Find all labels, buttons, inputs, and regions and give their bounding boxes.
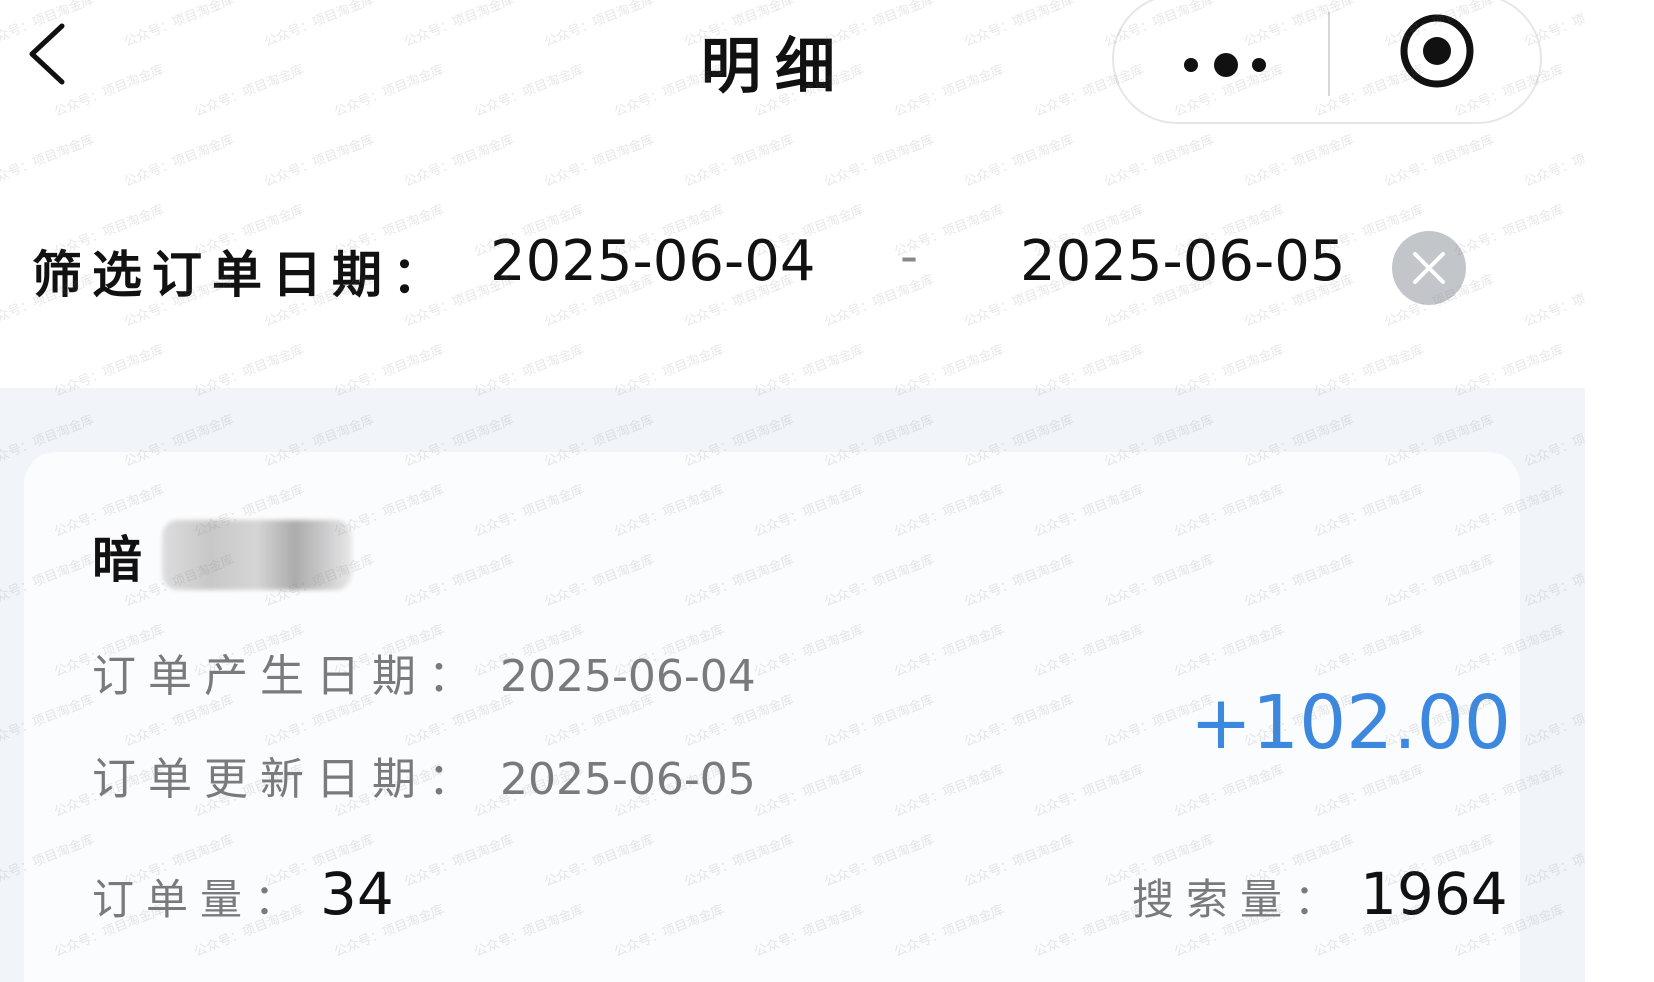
end-date-picker[interactable]: 2025-06-05	[1020, 229, 1345, 294]
start-date-picker[interactable]: 2025-06-04	[490, 229, 815, 294]
screen-edge	[1585, 0, 1654, 982]
miniprogram-capsule	[1112, 0, 1542, 124]
miniprogram-screen: 明细 筛选订单日期： 2025-06-04 - 2025-06-05 暗 订单产…	[0, 0, 1585, 982]
page-root: 明细 筛选订单日期： 2025-06-04 - 2025-06-05 暗 订单产…	[0, 0, 1654, 982]
order-amount: +102.00	[1190, 680, 1511, 766]
watermark-text: 公众号：项目淘金库	[0, 132, 97, 191]
capsule-divider	[1328, 12, 1330, 96]
order-count-label: 订单量：	[92, 875, 309, 924]
created-date-line: 订单产生日期： 2025-06-04	[92, 640, 756, 704]
nav-header: 明细	[0, 0, 1585, 130]
watermark-text: 公众号：项目淘金库	[1242, 132, 1357, 191]
search-count-value: 1964	[1360, 860, 1508, 928]
redacted-name-block	[162, 520, 352, 590]
created-date-label: 订单产生日期：	[92, 651, 484, 702]
more-dots-icon-right	[1252, 58, 1266, 72]
more-button[interactable]	[1154, 18, 1314, 108]
watermark-text: 公众号：项目淘金库	[1522, 132, 1585, 191]
order-title: 暗	[92, 530, 142, 589]
watermark-text: 公众号：项目淘金库	[402, 132, 517, 191]
page-title: 明细	[701, 32, 849, 102]
created-date-value: 2025-06-04	[500, 651, 756, 702]
close-miniprogram-button[interactable]	[1397, 11, 1477, 91]
updated-date-line: 订单更新日期： 2025-06-05	[92, 743, 756, 807]
filter-label: 筛选订单日期：	[32, 245, 452, 304]
date-separator: -	[900, 227, 919, 285]
date-filter-row: 筛选订单日期： 2025-06-04 - 2025-06-05	[0, 215, 1585, 315]
updated-date-label: 订单更新日期：	[92, 754, 484, 805]
watermark-text: 公众号：项目淘金库	[1102, 132, 1217, 191]
clear-x-icon	[1413, 252, 1445, 284]
watermark-text: 公众号：项目淘金库	[682, 132, 797, 191]
updated-date-value: 2025-06-05	[500, 754, 756, 805]
more-dots-icon	[1184, 58, 1198, 72]
watermark-text: 公众号：项目淘金库	[1382, 132, 1497, 191]
watermark-text: 公众号：项目淘金库	[542, 132, 657, 191]
watermark-text: 公众号：项目淘金库	[822, 132, 937, 191]
clear-filter-button[interactable]	[1392, 231, 1466, 305]
watermark-text: 公众号：项目淘金库	[262, 132, 377, 191]
search-count-stat: 搜索量： 1964	[1132, 860, 1508, 928]
watermark-text: 公众号：项目淘金库	[122, 132, 237, 191]
order-count-stat: 订单量： 34	[92, 860, 394, 928]
chevron-left-icon	[29, 23, 65, 85]
target-circle-icon	[1400, 14, 1474, 88]
more-dots-icon-center	[1214, 53, 1238, 77]
order-count-value: 34	[320, 860, 394, 928]
search-count-label: 搜索量：	[1132, 875, 1349, 924]
watermark-text: 公众号：项目淘金库	[962, 132, 1077, 191]
back-button[interactable]	[22, 18, 82, 90]
